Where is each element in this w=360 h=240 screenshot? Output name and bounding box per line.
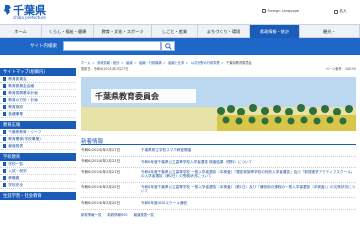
sidebar-item[interactable]: 各種事業 bbox=[0, 111, 76, 118]
bullet-icon bbox=[3, 112, 7, 116]
breadcrumb-org-work[interactable]: 組織と仕事 bbox=[168, 61, 184, 65]
news-heading: 新着情報 bbox=[81, 137, 356, 145]
sidebar-item[interactable]: 学校安全 bbox=[0, 182, 76, 189]
page-meta: 更新日：令和6(2024)年2月27日 ページ番号：3/6150 bbox=[81, 66, 356, 73]
bullet-icon bbox=[3, 169, 7, 173]
bullet-icon bbox=[3, 144, 7, 148]
sidebar-item[interactable]: 教育委員会 bbox=[0, 76, 76, 83]
nav-tourism[interactable]: 観光・ bbox=[300, 25, 360, 38]
sidebar-heading-sitemap[interactable]: サイトマップ(組織内) bbox=[0, 68, 76, 76]
news-link[interactable]: 令和6年度千葉県公立高等学校入学者選抜 検査結果（理科）について bbox=[141, 160, 356, 164]
sidebar: サイトマップ(組織内) 教育委員会 教育委員会会議 教育振興基本計画 教育の方針… bbox=[0, 68, 76, 240]
sidebar-heading-lifelong[interactable]: 生涯学習・社会教育 bbox=[0, 192, 76, 200]
sidebar-item[interactable]: 入試・就学 bbox=[0, 168, 76, 175]
bullet-icon bbox=[3, 130, 7, 134]
news-date: 令和6(2024)年2月20日 bbox=[81, 185, 121, 189]
hero-photo bbox=[81, 77, 356, 131]
breadcrumb-public-sector[interactable]: 公共分野の行政事業 bbox=[191, 61, 220, 65]
news-date: 令和6(2024)年2月27日 bbox=[81, 147, 121, 152]
sidebar-item[interactable]: 教育施設 bbox=[0, 104, 76, 111]
sidebar-item[interactable]: 教育振興基本計画 bbox=[0, 90, 76, 97]
updated-date: 更新日：令和6(2024)年2月27日 bbox=[81, 67, 129, 71]
zoom-icon bbox=[334, 9, 338, 14]
sidebar-item[interactable]: 教育関係(学校事業) bbox=[0, 136, 76, 143]
breadcrumb-current: 千葉県教育委員会 bbox=[226, 61, 252, 65]
bullet-icon bbox=[3, 105, 7, 109]
news-list-link[interactable]: 新着情報一覧 bbox=[81, 212, 101, 217]
news-link[interactable]: 令和6年度千葉県公立高等学校 一般入学者選抜（本検査）「選抜実施等学校の特別入学… bbox=[141, 170, 356, 178]
news-date: 令和6(2024)年2月22日 bbox=[81, 159, 121, 164]
sidebar-item[interactable]: 千葉県教育・リーフ bbox=[0, 129, 76, 136]
sidebar-item[interactable]: 教職員 bbox=[0, 175, 76, 182]
nav-prefecture-info[interactable]: 県政情報・統計 bbox=[250, 25, 300, 38]
nav-home[interactable]: ホーム bbox=[0, 25, 42, 38]
sidebar-item[interactable]: 教育委員会会議 bbox=[0, 83, 76, 90]
page-title-box: 千葉県教育委員会 bbox=[91, 89, 196, 103]
bullet-icon bbox=[3, 77, 7, 81]
news-item: 令和6(2024)年2月20日 令和6年度UDAスクール通信 bbox=[81, 198, 356, 210]
breadcrumb-home[interactable]: ホーム bbox=[81, 61, 90, 65]
search-label: サイト内検索 bbox=[30, 44, 57, 49]
news-link[interactable]: 令和6年度UDAスクール通信 bbox=[141, 201, 356, 205]
bullet-icon bbox=[3, 183, 7, 187]
news-rss-link[interactable]: 新着情報RSS bbox=[107, 212, 127, 217]
press-list-link[interactable]: 報道発表一覧 bbox=[134, 212, 154, 217]
news-item: 令和6(2024)年2月27日 千葉県県立学校スマホ教室開催 bbox=[81, 145, 356, 157]
chiba-logo-icon[interactable] bbox=[3, 4, 12, 16]
news-date: 令和6(2024)年2月21日 bbox=[81, 170, 121, 174]
nav-town-environment[interactable]: まちづくり・環境 bbox=[198, 25, 250, 38]
breadcrumb-admin[interactable]: 組織・行政機構 bbox=[139, 61, 161, 65]
news-item: 令和6(2024)年2月22日 令和6年度千葉県公立高等学校入学者選抜 検査結果… bbox=[81, 157, 356, 168]
breadcrumb: ホーム > 県政情報・統計 > 組織 > 組織・行政機構 > 組織と仕事 > 公共分野の行… bbox=[81, 61, 252, 65]
bullet-icon bbox=[3, 137, 7, 141]
sidebar-heading-school[interactable]: 学校教育 bbox=[0, 153, 76, 161]
bullet-icon bbox=[3, 84, 7, 88]
foreign-language-link[interactable]: Foreign Language bbox=[262, 9, 299, 13]
search-bar: サイト内検索 bbox=[0, 38, 360, 55]
news-link[interactable]: 令和6年度千葉県公立高等学校 一般入学者選抜（本検査）（第1日）及び「通信制の課… bbox=[141, 185, 356, 193]
text-size-link[interactable]: 拡大 bbox=[334, 9, 347, 14]
nav-education-culture[interactable]: 教育・文化・スポーツ bbox=[94, 25, 152, 38]
bullet-icon bbox=[3, 162, 7, 166]
bullet-icon bbox=[3, 176, 7, 180]
sidebar-item[interactable]: 教育の方針・計画 bbox=[0, 97, 76, 104]
sidebar-item[interactable]: 報道発表 bbox=[0, 143, 76, 150]
site-logo-sub: chiba prefecture bbox=[13, 15, 46, 20]
news-item: 令和6(2024)年2月20日 令和6年度千葉県公立高等学校 一般入学者選抜（本… bbox=[81, 183, 356, 198]
global-nav: ホーム くらし・福祉・健康 教育・文化・スポーツ しごと・産業 まちづくり・環境… bbox=[0, 24, 360, 38]
sidebar-heading-pr[interactable]: 教育広報 bbox=[0, 121, 76, 129]
search-input[interactable] bbox=[63, 41, 161, 51]
news-links: 新着情報一覧 新着情報RSS 報道発表一覧 bbox=[81, 212, 356, 217]
nav-work-industry[interactable]: しごと・産業 bbox=[152, 25, 198, 38]
news-link[interactable]: 千葉県県立学校スマホ教室開催 bbox=[141, 148, 356, 152]
news-date: 令和6(2024)年2月20日 bbox=[81, 200, 121, 205]
breadcrumb-prefecture-info[interactable]: 県政情報・統計 bbox=[97, 61, 119, 65]
page-id: ページ番号：3/6150 bbox=[325, 67, 356, 71]
breadcrumb-organization[interactable]: 組織 bbox=[126, 61, 132, 65]
globe-icon bbox=[262, 9, 266, 13]
search-icon bbox=[164, 42, 172, 50]
page-title: 千葉県教育委員会 bbox=[95, 91, 159, 101]
main-content: 更新日：令和6(2024)年2月27日 ページ番号：3/6150 千葉県教育委員… bbox=[81, 66, 356, 217]
hero-banner: 千葉県教育委員会 bbox=[81, 77, 356, 131]
bullet-icon bbox=[3, 91, 7, 95]
search-button[interactable] bbox=[161, 41, 175, 51]
sidebar-item[interactable]: 学校一覧 bbox=[0, 161, 76, 168]
site-header: 千葉県 chiba prefecture Foreign Language 拡大 bbox=[0, 0, 360, 24]
news-item: 令和6(2024)年2月21日 令和6年度千葉県公立高等学校 一般入学者選抜（本… bbox=[81, 168, 356, 183]
nav-life-welfare-health[interactable]: くらし・福祉・健康 bbox=[42, 25, 94, 38]
bullet-icon bbox=[3, 98, 7, 102]
